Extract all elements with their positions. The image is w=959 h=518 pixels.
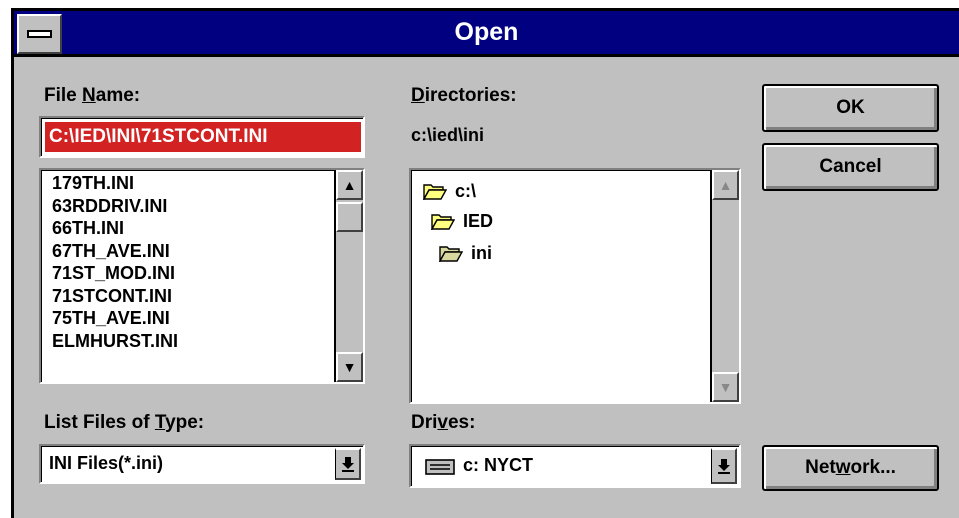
directory-scrollbar[interactable]: ▲ ▼ <box>710 170 739 402</box>
list-item[interactable]: 71STCONT.INI <box>52 285 178 308</box>
folder-open-icon <box>431 214 455 231</box>
drive-icon <box>425 459 455 475</box>
arrow-down-icon[interactable]: ▼ <box>336 352 363 382</box>
list-item[interactable]: 75TH_AVE.INI <box>52 307 178 330</box>
list-item[interactable]: ELMHURST.INI <box>52 330 178 353</box>
file-name-label: File Name: <box>44 85 141 106</box>
folder-open-icon <box>423 184 447 201</box>
current-directory: c:\ied\ini <box>411 125 485 145</box>
file-type-value: INI Files(*.ini) <box>49 453 164 473</box>
file-list-items: 179TH.INI 63RDDRIV.INI 66TH.INI 67TH_AVE… <box>52 172 178 352</box>
list-item[interactable]: 179TH.INI <box>52 172 178 195</box>
window-title: Open <box>454 18 519 46</box>
file-list[interactable]: 179TH.INI 63RDDRIV.INI 66TH.INI 67TH_AVE… <box>39 168 365 384</box>
system-menu-icon[interactable] <box>17 14 62 54</box>
directory-item[interactable]: IED <box>431 210 493 233</box>
arrow-down-icon[interactable]: ▼ <box>712 372 739 402</box>
cancel-button[interactable]: Cancel <box>762 143 939 191</box>
drives-label: Drives: <box>411 412 476 433</box>
arrow-up-icon[interactable]: ▲ <box>336 170 363 200</box>
ok-button[interactable]: OK <box>762 84 939 132</box>
file-type-select[interactable]: INI Files(*.ini) <box>39 444 365 484</box>
file-name-input[interactable]: C:\IED\INI\71STCONT.INI <box>45 122 361 152</box>
directories-label: Directories: <box>411 85 517 106</box>
file-type-label: List Files of Type: <box>44 412 205 433</box>
arrow-up-icon[interactable]: ▲ <box>712 170 739 200</box>
directory-item[interactable]: ini <box>439 242 492 265</box>
list-item[interactable]: 67TH_AVE.INI <box>52 240 178 263</box>
file-name-field[interactable]: C:\IED\INI\71STCONT.INI <box>39 116 365 158</box>
dropdown-arrow-icon[interactable] <box>335 448 361 480</box>
file-list-scrollbar[interactable]: ▲ ▼ <box>334 170 363 382</box>
folder-open-icon <box>439 246 463 263</box>
scroll-thumb[interactable] <box>336 202 363 232</box>
list-item[interactable]: 71ST_MOD.INI <box>52 262 178 285</box>
dropdown-arrow-icon[interactable] <box>711 448 737 484</box>
network-button[interactable]: Net w ork... <box>762 445 939 491</box>
list-item[interactable]: 63RDDRIV.INI <box>52 195 178 218</box>
drives-value: c: NYCT <box>463 455 534 475</box>
title-bar[interactable]: Open <box>14 11 959 57</box>
directory-item[interactable]: c:\ <box>423 180 476 203</box>
drives-select[interactable]: c: NYCT <box>409 444 741 488</box>
directory-list[interactable]: c:\ IED ini ▲ ▼ <box>409 168 741 404</box>
list-item[interactable]: 66TH.INI <box>52 217 178 240</box>
